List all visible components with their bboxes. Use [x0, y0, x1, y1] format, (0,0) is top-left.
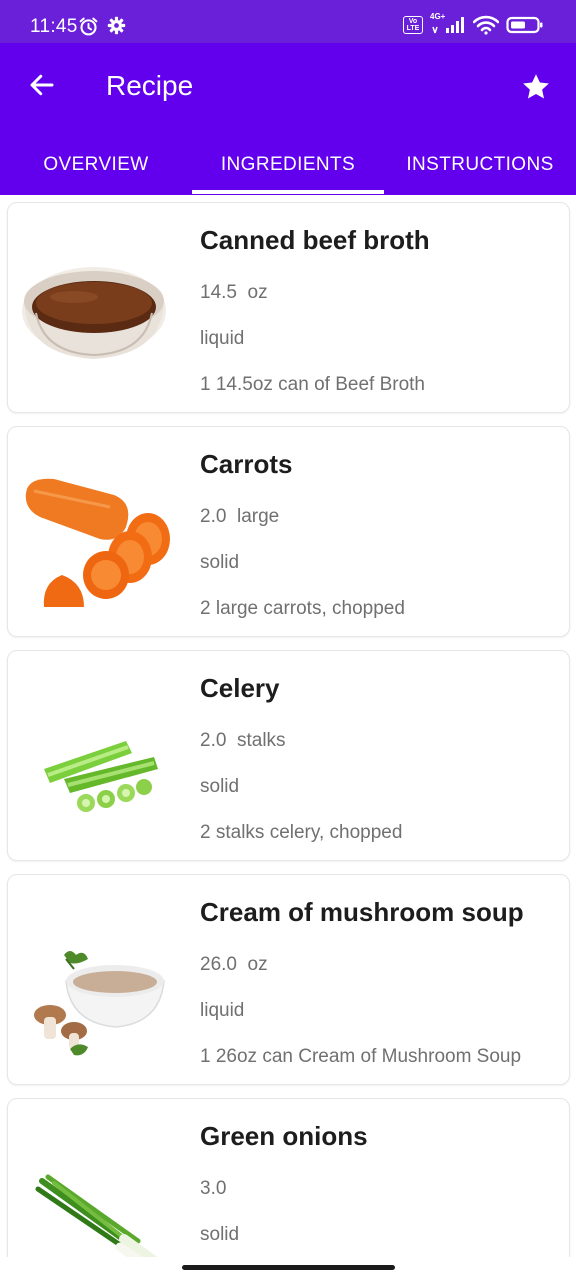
ingredient-name: Canned beef broth	[200, 225, 430, 255]
ingredient-card[interactable]: Cream of mushroom soup 26.0 oz liquid 1 …	[7, 874, 570, 1085]
ingredient-description: 2 stalks celery, chopped	[200, 822, 403, 843]
tab-ingredients[interactable]: INGREDIENTS	[192, 135, 384, 195]
status-time: 11:45	[30, 16, 78, 37]
ingredient-quantity: 2.0 stalks	[200, 730, 286, 752]
volte-icon: Vo LTE	[403, 16, 423, 34]
ingredient-unit: oz	[247, 954, 268, 975]
ingredient-amount: 2.0	[200, 730, 227, 751]
celery-image	[44, 741, 158, 812]
ingredient-card[interactable]: Canned beef broth 14.5 oz liquid 1 14.5o…	[7, 202, 570, 413]
green-onions-image	[35, 1174, 158, 1257]
status-left-icons	[78, 16, 126, 37]
tab-instructions-label: INSTRUCTIONS	[406, 154, 554, 175]
ingredient-unit: large	[236, 506, 280, 527]
back-button[interactable]	[22, 65, 62, 105]
ingredient-name: Celery	[200, 673, 280, 703]
tab-instructions[interactable]: INSTRUCTIONS	[384, 135, 576, 195]
ingredient-card[interactable]: Green onions 3.0 solid	[7, 1098, 570, 1257]
arrow-left-icon	[30, 74, 54, 96]
carrots-image	[25, 478, 170, 607]
alarm-icon	[79, 17, 98, 36]
ingredient-amount: 26.0	[200, 954, 237, 975]
tab-overview[interactable]: OVERVIEW	[0, 135, 192, 195]
ingredient-card[interactable]: Celery 2.0 stalks solid 2 stalks celery,…	[7, 650, 570, 861]
status-bar: 11:45 Vo LTE 4G+	[0, 0, 576, 43]
page-title: Recipe	[106, 70, 194, 101]
ingredient-unit: oz	[247, 282, 268, 303]
ingredient-state: solid	[200, 1224, 240, 1245]
ingredient-list[interactable]: Canned beef broth 14.5 oz liquid 1 14.5o…	[0, 195, 576, 1257]
signal-4g-icon: 4G+	[430, 12, 466, 35]
gesture-nav-handle[interactable]	[182, 1265, 395, 1270]
battery-icon	[506, 16, 543, 34]
ingredient-description: 1 14.5oz can of Beef Broth	[200, 374, 425, 395]
ingredient-unit: stalks	[236, 730, 286, 751]
beef-broth-image	[22, 267, 166, 359]
ingredient-name: Carrots	[200, 449, 293, 479]
star-icon	[523, 74, 549, 99]
ingredient-state: solid	[200, 776, 240, 797]
ingredient-name: Cream of mushroom soup	[200, 897, 524, 927]
ingredient-quantity: 3.0	[200, 1178, 226, 1200]
favorite-button[interactable]	[514, 65, 558, 109]
wifi-icon	[473, 15, 499, 35]
ingredient-description: 2 large carrots, chopped	[200, 598, 405, 619]
settings-icon	[107, 16, 126, 35]
app-bar: Recipe OVERVIEW INGREDIENTS INSTRUCTIONS	[0, 43, 576, 195]
ingredient-quantity: 2.0 large	[200, 506, 279, 528]
ingredient-state: liquid	[200, 1000, 245, 1021]
tab-indicator	[192, 190, 384, 194]
tab-ingredients-label: INGREDIENTS	[220, 154, 356, 175]
ingredient-state: solid	[200, 552, 240, 573]
ingredient-description: 1 26oz can Cream of Mushroom Soup	[200, 1046, 522, 1067]
ingredient-quantity: 14.5 oz	[200, 282, 268, 304]
ingredient-amount: 3.0	[200, 1178, 227, 1199]
ingredient-quantity: 26.0 oz	[200, 954, 268, 976]
ingredient-name: Green onions	[200, 1121, 368, 1151]
mushroom-soup-image	[34, 951, 165, 1056]
ingredient-amount: 2.0	[200, 506, 227, 527]
ingredient-amount: 14.5	[200, 282, 237, 303]
ingredient-card[interactable]: Carrots 2.0 large solid 2 large carrots,…	[7, 426, 570, 637]
tab-overview-label: OVERVIEW	[43, 154, 149, 175]
status-right-icons: Vo LTE 4G+	[403, 12, 544, 35]
tab-bar: OVERVIEW INGREDIENTS INSTRUCTIONS	[0, 135, 576, 195]
ingredient-state: liquid	[200, 328, 245, 349]
